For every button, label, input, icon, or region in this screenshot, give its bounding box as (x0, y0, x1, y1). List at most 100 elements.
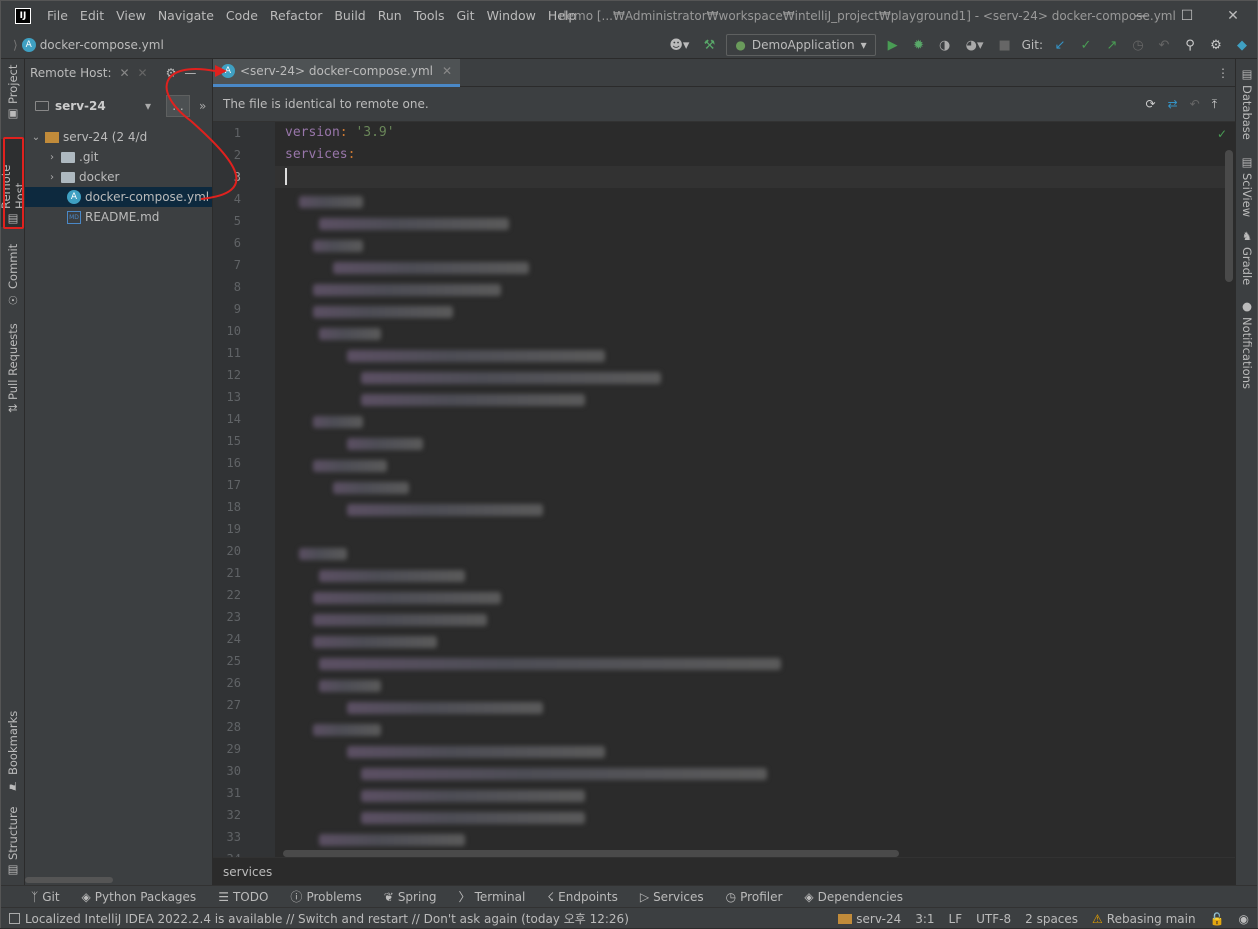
line-number: 18 (226, 500, 241, 514)
user-profile-icon[interactable]: ☻▾ (666, 36, 692, 54)
git-history-icon[interactable]: ◷ (1129, 36, 1147, 54)
redacted-code-line (347, 350, 605, 362)
memory-indicator-icon[interactable]: ◉ (1239, 912, 1249, 926)
tool-tab-sciview[interactable]: ▤ SciView (1236, 155, 1258, 217)
editor-vertical-scrollbar[interactable] (1225, 150, 1233, 282)
lock-icon[interactable]: 🔓 (1210, 912, 1225, 926)
problems-icon: ⓘ (290, 890, 303, 904)
menu-tools[interactable]: Tools (408, 1, 451, 31)
redacted-code-line (361, 372, 661, 384)
redacted-code-line (347, 438, 423, 450)
tool-tab-bookmarks[interactable]: ⚑ Bookmarks (1, 710, 25, 794)
status-indent[interactable]: 2 spaces (1025, 912, 1078, 926)
git-commit-icon[interactable]: ✓ (1077, 36, 1095, 54)
tool-tab-bookmarks-label: Bookmarks (6, 710, 20, 776)
tree-node-label: .git (79, 150, 99, 164)
menu-file[interactable]: File (41, 1, 74, 31)
tool-tab-structure[interactable]: ▤ Structure (1, 806, 25, 878)
tool-tab-spring[interactable]: ❦ Spring (384, 890, 437, 904)
menu-git[interactable]: Git (451, 1, 481, 31)
close-tab-icon[interactable]: ✕ (442, 64, 452, 78)
folder-icon: ▣ (6, 107, 20, 122)
editor-tab-label: <serv-24> docker-compose.yml (240, 64, 433, 78)
maximize-button[interactable]: ☐ (1164, 1, 1210, 31)
tool-tab-problems-label: Problems (306, 889, 362, 904)
git-update-icon[interactable]: ↙ (1051, 36, 1069, 54)
chevron-right-icon: › (50, 171, 54, 183)
tool-tab-terminal[interactable]: 〉 Terminal (459, 888, 526, 905)
menu-view[interactable]: View (110, 1, 152, 31)
menu-window[interactable]: Window (481, 1, 542, 31)
jetbrains-toolbox-icon[interactable]: ◆ (1233, 36, 1251, 54)
coverage-icon[interactable]: ◑ (936, 36, 954, 54)
tool-tab-dependencies[interactable]: ◈ Dependencies (804, 890, 903, 904)
tool-tab-profiler[interactable]: ◷ Profiler (726, 890, 783, 904)
revert-icon[interactable]: ↶ (1190, 97, 1200, 112)
tool-tab-notifications[interactable]: ● Notifications (1236, 299, 1258, 389)
tool-tab-gradle[interactable]: ♞ Gradle (1236, 229, 1258, 287)
build-hammer-icon[interactable]: ⚒ (700, 36, 718, 54)
tool-tab-python-packages-label: Python Packages (94, 889, 197, 904)
status-cursor-position[interactable]: 3:1 (915, 912, 934, 926)
tool-tab-dependencies-label: Dependencies (817, 889, 904, 904)
tool-tab-todo[interactable]: ☰ TODO (218, 890, 268, 904)
debug-bug-icon[interactable]: ✹ (910, 36, 928, 54)
line-number: 17 (226, 478, 241, 492)
menu-run[interactable]: Run (372, 1, 408, 31)
tool-tab-git[interactable]: ᛉ Git (31, 890, 60, 904)
menu-navigate[interactable]: Navigate (152, 1, 220, 31)
line-number: 12 (226, 368, 241, 382)
close-window-button[interactable]: ✕ (1210, 1, 1256, 31)
menu-refactor[interactable]: Refactor (264, 1, 328, 31)
git-rollback-icon[interactable]: ↶ (1155, 36, 1173, 54)
panel-horizontal-scrollbar[interactable] (25, 877, 113, 883)
more-options-icon[interactable]: ⋮ (1217, 66, 1229, 80)
refresh-icon[interactable]: ⟳ (1146, 97, 1156, 112)
git-push-icon[interactable]: ↗ (1103, 36, 1121, 54)
compare-icon[interactable]: ⇄ (1168, 97, 1178, 112)
close-tab-icon[interactable]: ✕ (138, 66, 148, 80)
status-vcs-branch[interactable]: ⚠ Rebasing main (1092, 912, 1196, 926)
menu-code[interactable]: Code (220, 1, 264, 31)
tool-tab-problems[interactable]: ⓘ Problems (290, 888, 361, 905)
search-everywhere-icon[interactable]: ⚲ (1181, 36, 1199, 54)
status-line-separator[interactable]: LF (949, 912, 963, 926)
tool-tab-structure-label: Structure (6, 806, 20, 860)
folder-icon (61, 171, 75, 183)
tool-tab-services[interactable]: ▷ Services (640, 890, 704, 904)
right-tool-window-bar: ▤ Database ▤ SciView ♞ Gradle ● Notification… (1235, 59, 1257, 885)
settings-gear-icon[interactable]: ⚙ (1207, 36, 1225, 54)
status-message[interactable]: Localized IntelliJ IDEA 2022.2.4 is avai… (9, 910, 629, 927)
tool-tab-commit[interactable]: ☉ Commit (1, 243, 25, 306)
redacted-code-line (299, 548, 347, 560)
tool-tab-python-packages[interactable]: ◈ Python Packages (82, 890, 197, 904)
bottom-tool-window-bar: ᛉ Git ◈ Python Packages ☰ TODO ⓘ Problems ❦ S… (1, 885, 1257, 907)
run-configuration-select[interactable]: ● DemoApplication ▾ (726, 34, 876, 56)
bookmark-icon: ⚑ (6, 779, 20, 794)
tool-tab-endpoints[interactable]: ☇ Endpoints (547, 890, 618, 904)
status-remote-host[interactable]: serv-24 (838, 912, 901, 926)
title-bar: IJ File Edit View Navigate Code Refactor… (1, 1, 1257, 31)
line-number: 29 (226, 742, 241, 756)
editor-breadcrumb-services[interactable]: services (223, 865, 272, 879)
profile-run-icon[interactable]: ◕▾ (962, 36, 988, 54)
tool-tab-project[interactable]: ▣ Project (1, 63, 25, 123)
upload-icon[interactable]: ⤒ (1212, 97, 1217, 112)
code-editor[interactable]: 1 2 3 4 5 6 7 8 9 10 11 12 13 14 15 16 17 18 19 20 21 22 23 24 2… (213, 122, 1237, 857)
inspection-ok-icon[interactable]: ✓ (1217, 127, 1227, 141)
menu-build[interactable]: Build (328, 1, 371, 31)
minimize-button[interactable]: — (1118, 1, 1164, 31)
close-tab-icon[interactable]: ✕ (119, 66, 129, 80)
line-number: 19 (226, 522, 241, 536)
tool-tab-database[interactable]: ▤ Database (1236, 67, 1258, 147)
status-encoding[interactable]: UTF-8 (976, 912, 1011, 926)
redacted-code-line (319, 328, 381, 340)
stop-icon[interactable]: ■ (996, 36, 1014, 54)
run-icon[interactable]: ▶ (884, 36, 902, 54)
editor-horizontal-scrollbar[interactable] (283, 850, 899, 857)
tool-tab-pull-requests[interactable]: ⇅ Pull Requests (1, 322, 25, 414)
navbar-breadcrumb[interactable]: ⟩ A docker-compose.yml (13, 37, 164, 52)
intellij-logo-icon[interactable]: IJ (15, 8, 31, 24)
menu-edit[interactable]: Edit (74, 1, 110, 31)
editor-tab-docker-compose[interactable]: A <serv-24> docker-compose.yml ✕ (213, 58, 461, 87)
